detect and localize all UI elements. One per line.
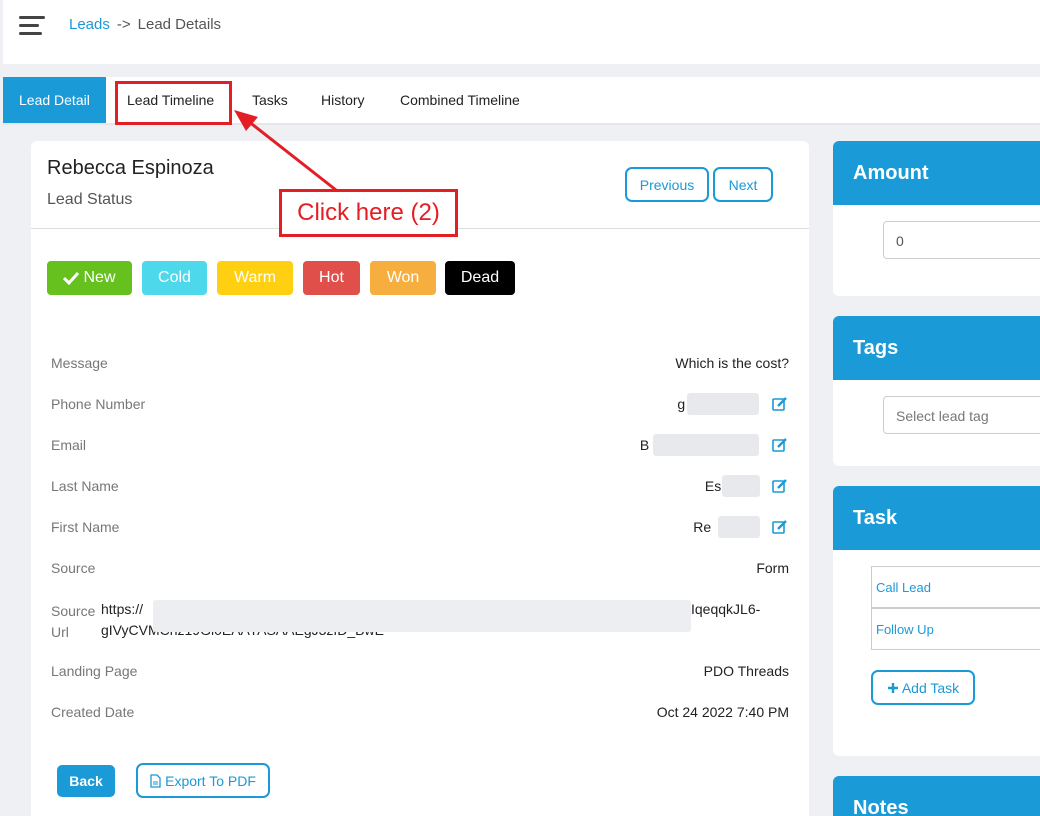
redacted-blur <box>653 434 759 456</box>
callout-label: Click here (2) <box>279 189 458 237</box>
task-item-follow-up[interactable]: Follow Up <box>871 608 1040 650</box>
source-url-label-line2: Url <box>51 624 69 640</box>
last-name-label: Last Name <box>51 478 119 494</box>
edit-email-icon[interactable] <box>772 437 788 453</box>
breadcrumb-leads-link[interactable]: Leads <box>69 16 110 33</box>
first-name-value-start: Re <box>693 519 712 535</box>
source-label: Source <box>51 560 96 576</box>
tab-lead-detail[interactable]: Lead Detail <box>3 77 106 123</box>
check-icon <box>63 271 80 285</box>
created-date-value: Oct 24 2022 7:40 PM <box>656 704 789 720</box>
tag-select[interactable]: Select lead tag <box>883 396 1040 434</box>
source-url-label: Source Url <box>51 601 95 643</box>
add-task-button[interactable]: Add Task <box>871 670 975 705</box>
breadcrumb: Leads -> Lead Details <box>69 16 221 33</box>
tab-lead-timeline[interactable]: Lead Timeline <box>127 77 214 123</box>
phone-label: Phone Number <box>51 396 146 412</box>
notes-card: Notes <box>833 776 1040 816</box>
lead-detail-card: Rebecca Espinoza Lead Status Previous Ne… <box>31 141 809 816</box>
status-cold-button[interactable]: Cold <box>142 261 207 295</box>
created-date-label: Created Date <box>51 704 135 720</box>
phone-value-start: g <box>677 396 686 412</box>
status-warm-button[interactable]: Warm <box>217 261 293 295</box>
menu-icon[interactable] <box>19 16 45 36</box>
source-url-label-line1: Source <box>51 603 96 619</box>
tab-tasks[interactable]: Tasks <box>252 77 288 123</box>
back-button[interactable]: Back <box>57 765 115 797</box>
top-bar: Leads -> Lead Details <box>3 0 1040 64</box>
landing-page-label: Landing Page <box>51 663 138 679</box>
status-won-button[interactable]: Won <box>370 261 436 295</box>
tab-bar: Lead Detail Lead Timeline Tasks History … <box>3 77 1040 125</box>
first-name-label: First Name <box>51 519 120 535</box>
pdf-file-icon <box>150 773 161 788</box>
status-dead-button[interactable]: Dead <box>445 261 515 295</box>
message-label: Message <box>51 355 108 371</box>
landing-page-value: PDO Threads <box>703 663 789 679</box>
status-new-label: New <box>83 269 116 286</box>
task-card: Task Call Lead Follow Up Add Task <box>833 486 1040 756</box>
edit-first-name-icon[interactable] <box>772 519 788 535</box>
email-value-start: B <box>639 437 650 453</box>
edit-last-name-icon[interactable] <box>772 478 788 494</box>
source-url-value-end: IqeqqkJL6- <box>691 601 761 617</box>
redacted-blur <box>153 600 691 632</box>
amount-card: Amount 0 <box>833 141 1040 296</box>
source-value: Form <box>756 560 789 576</box>
tab-combined-timeline[interactable]: Combined Timeline <box>400 77 520 123</box>
notes-title: Notes <box>833 776 1040 816</box>
redacted-blur <box>722 475 760 497</box>
source-url-value-start: https:// <box>101 601 144 617</box>
breadcrumb-separator: -> <box>116 16 131 33</box>
task-item-call-lead[interactable]: Call Lead <box>871 566 1040 608</box>
export-pdf-button[interactable]: Export To PDF <box>136 763 270 798</box>
amount-input[interactable]: 0 <box>883 221 1040 259</box>
redacted-blur <box>718 516 760 538</box>
tags-card: Tags Select lead tag <box>833 316 1040 466</box>
amount-title: Amount <box>833 141 1040 205</box>
status-hot-button[interactable]: Hot <box>303 261 360 295</box>
next-button[interactable]: Next <box>713 167 773 202</box>
tab-history[interactable]: History <box>321 77 365 123</box>
redacted-blur <box>687 393 759 415</box>
tags-title: Tags <box>833 316 1040 380</box>
message-value: Which is the cost? <box>675 355 789 371</box>
export-pdf-label: Export To PDF <box>165 772 256 789</box>
breadcrumb-current: Lead Details <box>137 16 222 33</box>
add-task-label: Add Task <box>901 679 960 696</box>
status-new-button[interactable]: New <box>47 261 132 295</box>
lead-status-label: Lead Status <box>47 191 133 208</box>
task-title: Task <box>833 486 1040 550</box>
edit-phone-icon[interactable] <box>772 396 788 412</box>
previous-button[interactable]: Previous <box>625 167 709 202</box>
lead-name: Rebecca Espinoza <box>47 157 214 179</box>
email-label: Email <box>51 437 87 453</box>
plus-icon <box>887 682 898 693</box>
